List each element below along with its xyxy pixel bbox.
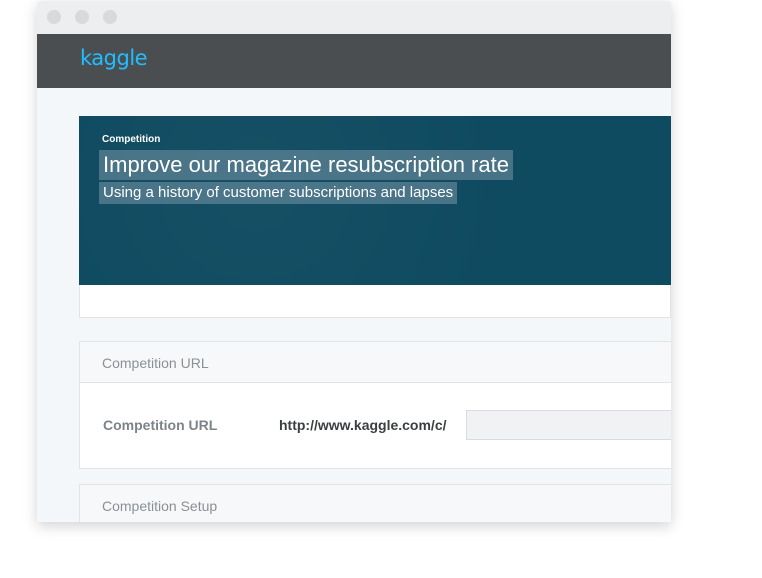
browser-window: kaggle Competition Improve our magazine …: [37, 1, 671, 522]
window-minimize-dot[interactable]: [75, 10, 89, 24]
card-header-competition-setup: Competition Setup: [80, 485, 671, 522]
card-header-competition-url: Competition URL: [80, 342, 671, 383]
url-prefix: http://www.kaggle.com/c/: [279, 417, 447, 433]
competition-hero-banner: Competition Improve our magazine resubsc…: [79, 116, 671, 285]
competition-url-input[interactable]: [466, 410, 671, 440]
competition-url-label: Competition URL: [103, 417, 218, 433]
window-maximize-dot[interactable]: [103, 10, 117, 24]
hero-label: Competition: [102, 134, 161, 145]
window-close-dot[interactable]: [47, 10, 61, 24]
kaggle-logo[interactable]: kaggle: [80, 46, 148, 70]
competition-url-card: Competition URL Competition URL http://w…: [79, 341, 671, 469]
competition-subtitle[interactable]: Using a history of customer subscription…: [99, 182, 458, 204]
competition-setup-card: Competition Setup: [79, 484, 671, 522]
competition-url-row: Competition URL http://www.kaggle.com/c/: [80, 383, 671, 469]
competition-title[interactable]: Improve our magazine resubscription rate: [99, 150, 513, 180]
window-titlebar: [37, 1, 671, 34]
hero-footer-bar: [79, 285, 671, 318]
top-navigation-bar: kaggle: [37, 34, 671, 88]
